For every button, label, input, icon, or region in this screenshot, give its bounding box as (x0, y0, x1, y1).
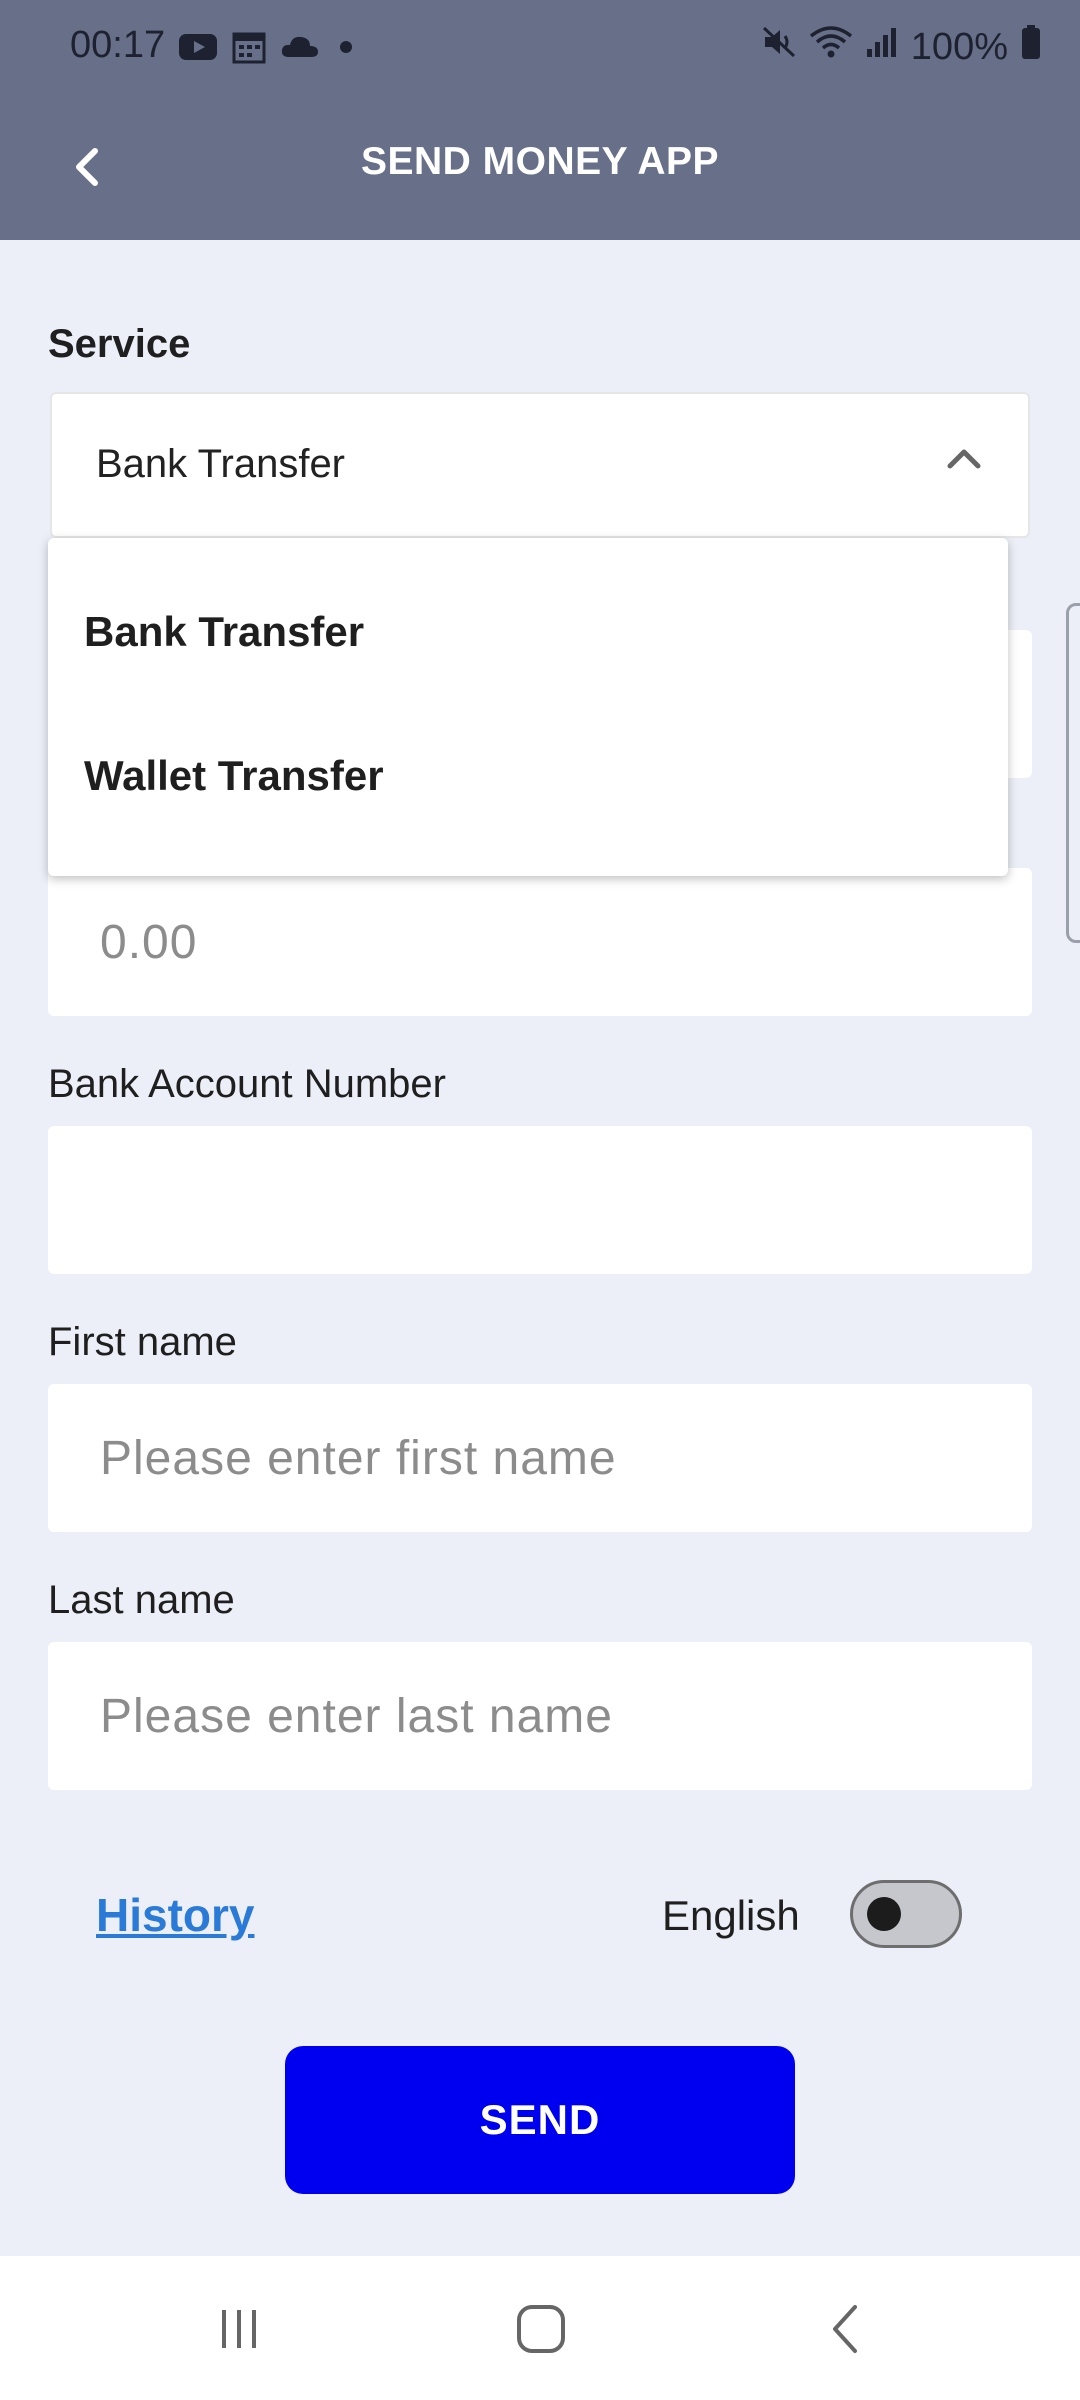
page-title: SEND MONEY APP (360, 140, 720, 183)
chevron-up-icon (944, 444, 984, 477)
history-link[interactable]: History (96, 1888, 254, 1942)
first-name-field[interactable] (48, 1384, 1032, 1532)
language-label: English (662, 1892, 800, 1939)
amount-input[interactable] (48, 868, 1032, 1016)
dot-icon (334, 35, 358, 64)
battery-icon (1020, 24, 1042, 70)
notification-icons (178, 30, 358, 69)
home-button[interactable] (506, 2296, 576, 2366)
language-toggle[interactable] (850, 1880, 962, 1948)
service-select[interactable]: Bank Transfer (50, 392, 1030, 538)
bank-account-label: Bank Account Number (48, 1062, 446, 1106)
signal-icon (865, 25, 899, 69)
dropdown-option-wallet-transfer[interactable]: Wallet Transfer (84, 752, 384, 800)
calendar-icon (232, 30, 266, 69)
status-bar: 00:17 100% (0, 0, 1080, 96)
mute-icon (761, 24, 797, 70)
last-name-label: Last name (48, 1578, 235, 1622)
system-icons: 100% (761, 24, 1042, 70)
first-name-input[interactable] (48, 1384, 1032, 1532)
service-selected-value: Bank Transfer (96, 442, 346, 486)
first-name-label: First name (48, 1320, 237, 1364)
amount-field[interactable] (48, 868, 1032, 1016)
last-name-field[interactable] (48, 1642, 1032, 1790)
bank-account-field[interactable] (48, 1126, 1032, 1274)
service-dropdown-menu: Bank Transfer Wallet Transfer (48, 538, 1008, 876)
nav-back-button[interactable] (810, 2296, 880, 2366)
bank-account-input[interactable] (48, 1126, 1032, 1274)
recent-apps-icon (214, 2304, 264, 2359)
recent-apps-button[interactable] (204, 2296, 274, 2366)
toggle-knob (867, 1897, 901, 1931)
system-nav-bar (0, 2256, 1080, 2400)
app-bar: SEND MONEY APP (0, 96, 1080, 240)
service-label: Service (48, 322, 191, 366)
status-time: 00:17 (70, 24, 166, 66)
home-icon (515, 2303, 567, 2360)
cloud-icon (280, 33, 320, 66)
battery-percent: 100% (910, 25, 1008, 68)
youtube-icon (178, 32, 218, 67)
wifi-icon (809, 24, 853, 70)
last-name-input[interactable] (48, 1642, 1032, 1790)
back-arrow-icon (825, 2301, 865, 2362)
side-panel-edge (1066, 603, 1080, 943)
dropdown-option-bank-transfer[interactable]: Bank Transfer (84, 608, 364, 656)
send-button[interactable]: SEND (285, 2046, 795, 2194)
